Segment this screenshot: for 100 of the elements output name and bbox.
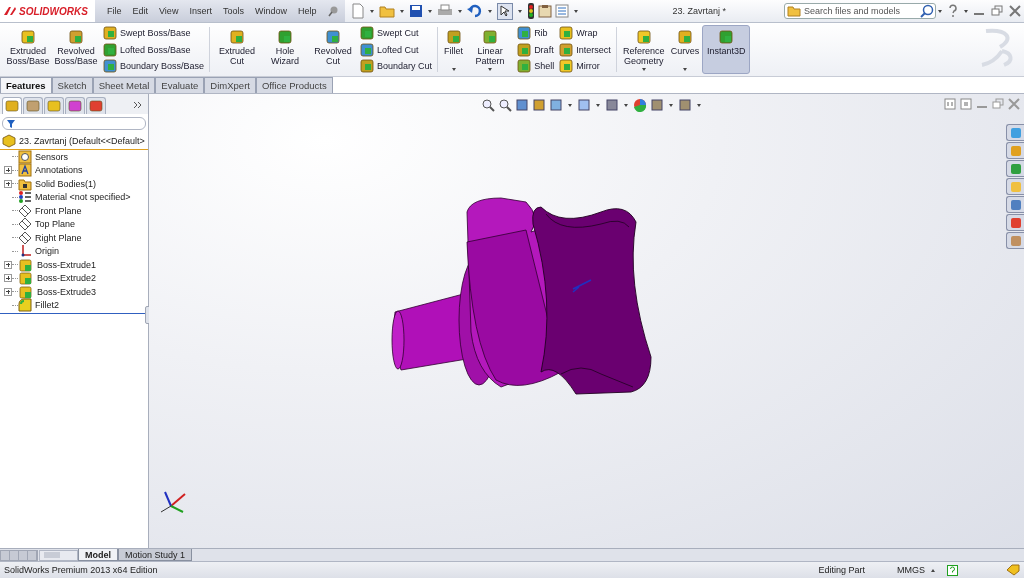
expand-icon[interactable]: [4, 166, 12, 175]
dropdown-arrow-icon[interactable]: [451, 68, 456, 71]
tree-root-label[interactable]: 23. Zavrtanj (Default<<Default>: [19, 136, 145, 146]
restore-icon[interactable]: [991, 5, 1003, 17]
dropdown-arrow-icon[interactable]: [488, 68, 493, 71]
zoom-to-fit-icon[interactable]: [481, 98, 495, 112]
dropdown-arrow-icon[interactable]: [458, 9, 463, 13]
search-field[interactable]: Search files and models: [784, 3, 936, 19]
ribbon-button[interactable]: Boundary Boss/Base: [102, 58, 205, 74]
ribbon-button[interactable]: Revolved Cut: [309, 25, 358, 74]
help-icon[interactable]: [947, 564, 958, 576]
ribbon-button[interactable]: Hole Wizard: [261, 25, 310, 74]
panel-tab[interactable]: [23, 96, 43, 114]
panel-tab[interactable]: [65, 96, 85, 114]
ribbon-button[interactable]: Draft: [516, 41, 555, 58]
tag-icon[interactable]: [1006, 564, 1020, 576]
command-tab[interactable]: Evaluate: [155, 77, 205, 93]
section-view-icon[interactable]: [532, 98, 546, 112]
scrollbar[interactable]: [39, 549, 78, 561]
menu-item[interactable]: Help: [297, 6, 317, 16]
save-icon[interactable]: [409, 4, 424, 18]
command-tab[interactable]: Sketch: [51, 77, 93, 93]
menu-item[interactable]: View: [159, 6, 179, 16]
tree-item[interactable]: Origin: [35, 246, 59, 257]
menu-item[interactable]: Edit: [132, 6, 149, 16]
tree-item[interactable]: Boss-Extrude3: [37, 286, 97, 297]
units-button[interactable]: MMGS: [897, 565, 925, 575]
view-orientation-icon[interactable]: [549, 98, 563, 112]
command-tab[interactable]: DimXpert: [204, 77, 256, 93]
pin-icon[interactable]: [327, 5, 340, 17]
tree-item[interactable]: Boss-Extrude1: [37, 259, 97, 270]
expand-icon[interactable]: [4, 179, 12, 188]
dropdown-arrow-icon[interactable]: [596, 103, 600, 107]
display-style-icon[interactable]: [577, 98, 591, 112]
expand-icon[interactable]: [4, 274, 12, 283]
dropdown-arrow-icon[interactable]: [488, 9, 493, 13]
caret-icon[interactable]: [931, 568, 935, 572]
ribbon-button[interactable]: Intersect: [558, 41, 611, 58]
expand-chevron-icon[interactable]: [133, 101, 142, 109]
dropdown-arrow-icon[interactable]: [400, 9, 405, 13]
panel-tab[interactable]: [2, 96, 22, 114]
tree-item[interactable]: Fillet2: [35, 300, 59, 311]
select-button[interactable]: [497, 2, 514, 20]
expand-icon[interactable]: [4, 287, 12, 296]
ribbon-button[interactable]: Wrap: [558, 25, 611, 41]
ribbon-button[interactable]: Swept Cut: [359, 25, 433, 41]
dropdown-arrow-icon[interactable]: [518, 9, 523, 13]
command-tab[interactable]: Features: [0, 77, 52, 93]
ribbon-button[interactable]: Fillet: [441, 25, 467, 74]
close-icon[interactable]: [1009, 5, 1021, 17]
panel-tab[interactable]: [86, 96, 106, 114]
menu-item[interactable]: File: [107, 6, 122, 16]
appearance-icon[interactable]: [633, 98, 647, 112]
ribbon-button[interactable]: Linear Pattern: [466, 25, 515, 74]
dropdown-arrow-icon[interactable]: [574, 9, 579, 13]
command-tab[interactable]: Sheet Metal: [92, 77, 156, 93]
tree-item[interactable]: Boss-Extrude2: [37, 273, 97, 284]
menu-item[interactable]: Insert: [189, 6, 212, 16]
view-settings-icon[interactable]: [678, 98, 692, 112]
ribbon-button[interactable]: Reference Geometry: [619, 25, 668, 74]
expand-icon[interactable]: [4, 260, 12, 269]
ribbon-button[interactable]: Boundary Cut: [359, 58, 433, 74]
help-icon[interactable]: [947, 4, 959, 18]
ribbon-button[interactable]: Curves: [667, 25, 703, 74]
filter-icon[interactable]: [6, 118, 16, 129]
previous-view-icon[interactable]: [515, 98, 529, 112]
tree-item[interactable]: Front Plane: [35, 205, 82, 216]
scene-icon[interactable]: [650, 98, 664, 112]
clipboard-icon[interactable]: [538, 4, 553, 18]
ribbon-button[interactable]: Instant3D: [702, 25, 751, 74]
dropdown-arrow-icon[interactable]: [641, 68, 646, 71]
search-icon[interactable]: [920, 4, 934, 18]
ribbon-button[interactable]: Rib: [516, 25, 555, 41]
dropdown-arrow-icon[interactable]: [964, 9, 968, 13]
tree-root-item[interactable]: 23. Zavrtanj (Default<<Default>: [0, 133, 148, 150]
tree-item[interactable]: Solid Bodies(1): [35, 178, 97, 189]
ribbon-button[interactable]: Shell: [516, 58, 555, 74]
dropdown-arrow-icon[interactable]: [669, 103, 673, 107]
dropdown-arrow-icon[interactable]: [682, 68, 687, 71]
task-pane-tab[interactable]: [1006, 196, 1024, 213]
filter-field[interactable]: [2, 117, 146, 130]
undo-icon[interactable]: [467, 4, 484, 18]
hide-show-icon[interactable]: [605, 98, 619, 112]
zoom-area-icon[interactable]: [498, 98, 512, 112]
ribbon-button[interactable]: Revolved Boss/Base: [52, 25, 100, 74]
tree-item[interactable]: Top Plane: [35, 219, 76, 230]
ribbon-button[interactable]: Lofted Boss/Base: [102, 41, 205, 58]
panel-tab[interactable]: [44, 96, 64, 114]
tree-item[interactable]: Material <not specified>: [35, 192, 131, 203]
dropdown-arrow-icon[interactable]: [428, 9, 433, 13]
tree-item[interactable]: Sensors: [35, 151, 69, 162]
ribbon-button[interactable]: Lofted Cut: [359, 41, 433, 58]
dropdown-arrow-icon[interactable]: [938, 9, 942, 13]
command-tab[interactable]: Office Products: [255, 77, 333, 93]
traffic-light-icon[interactable]: [527, 3, 536, 19]
menu-item[interactable]: Window: [254, 6, 287, 16]
ribbon-button[interactable]: Extruded Boss/Base: [4, 25, 52, 74]
menu-item[interactable]: Tools: [222, 6, 244, 16]
task-pane-tab[interactable]: [1006, 214, 1024, 231]
ribbon-button[interactable]: Mirror: [558, 58, 611, 74]
